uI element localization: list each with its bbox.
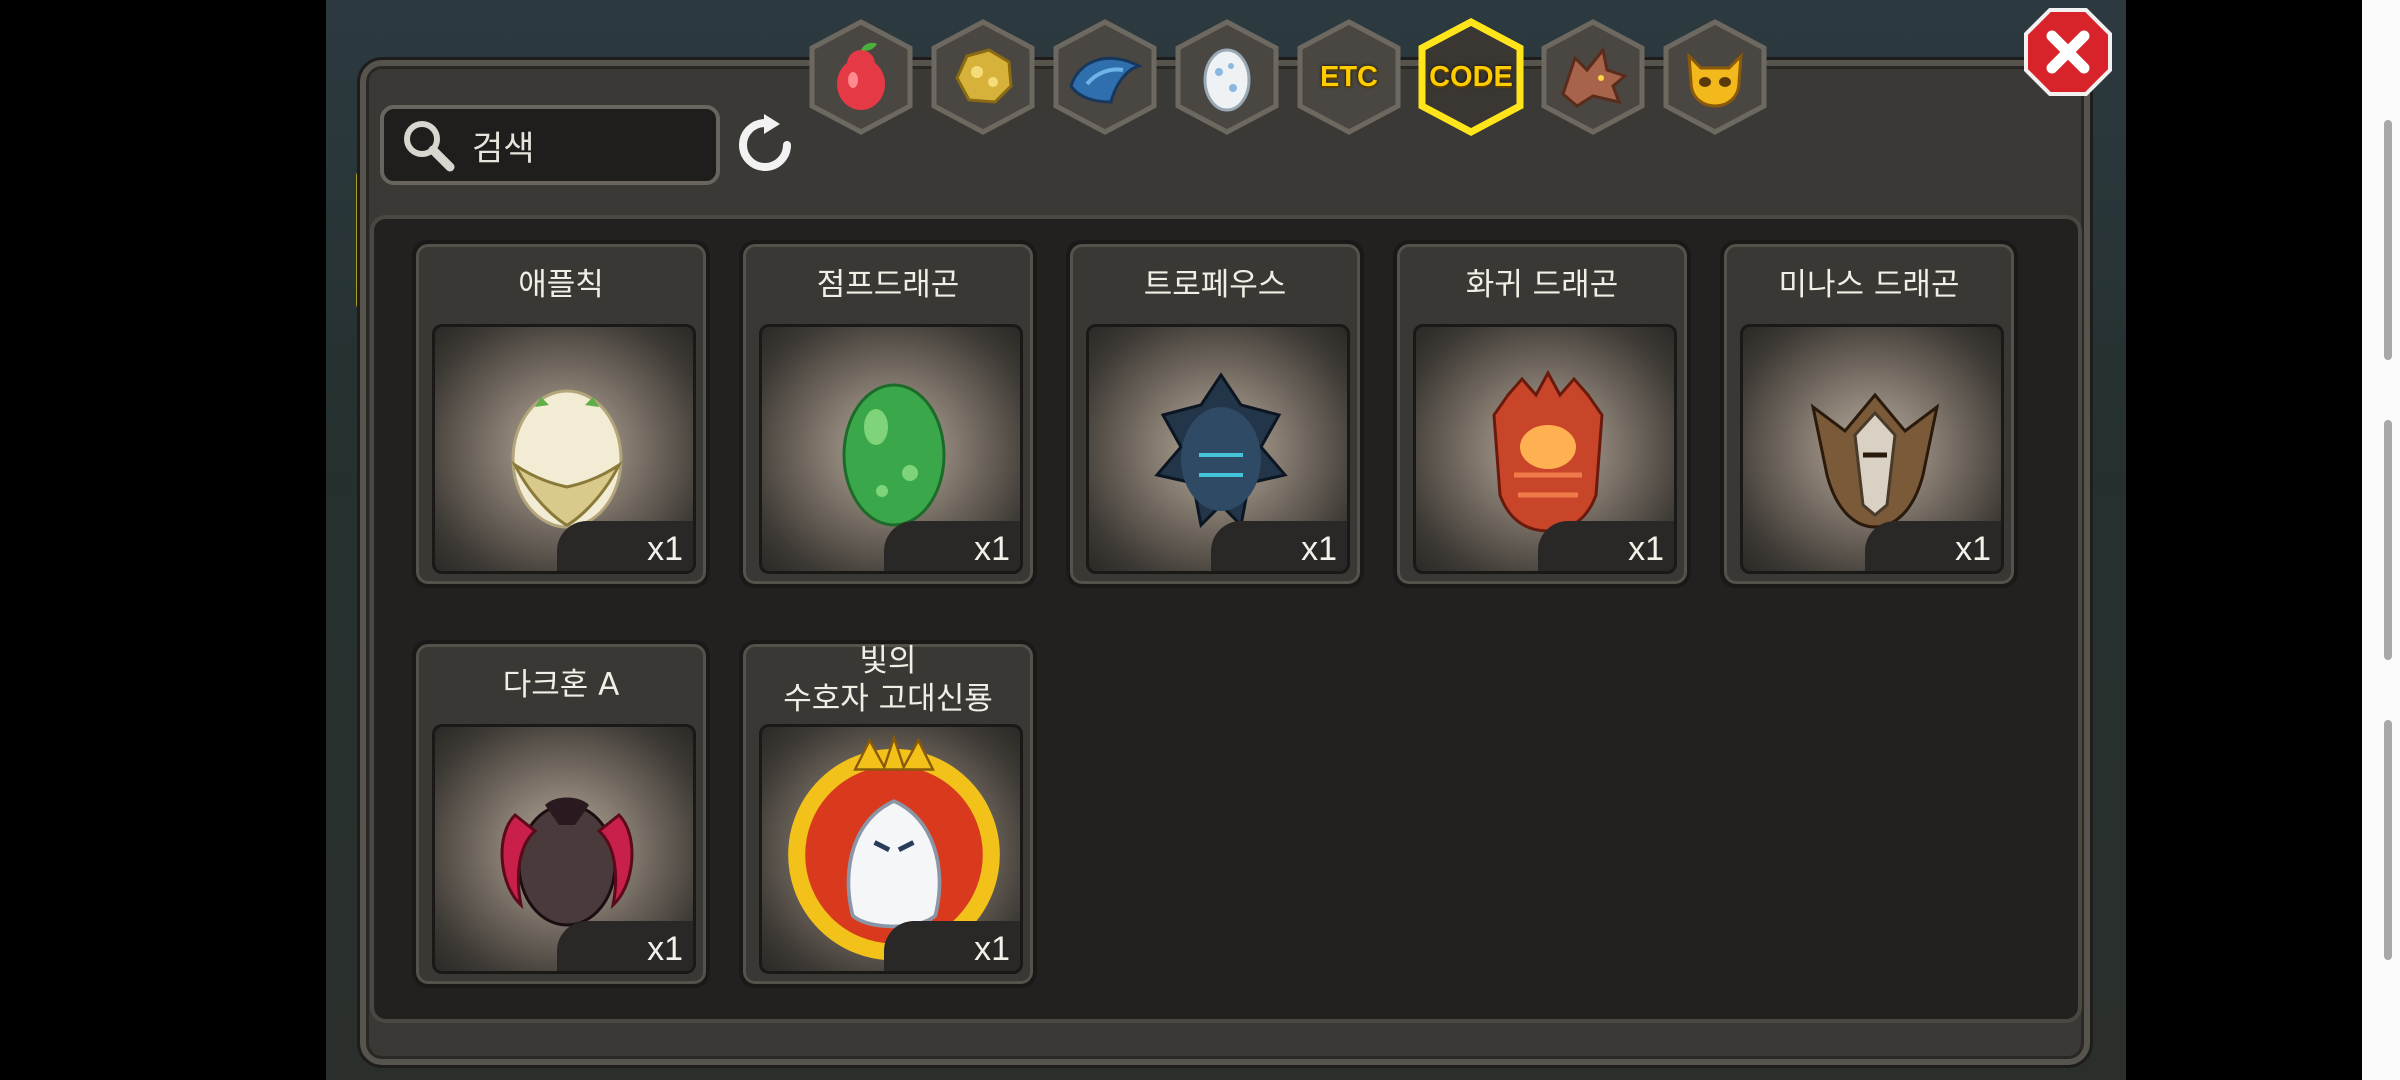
item-quantity: x1 xyxy=(557,521,693,571)
armored-egg-icon xyxy=(1810,392,1940,529)
item-quantity: x1 xyxy=(557,921,693,971)
item-card[interactable]: 트로페우스 x1 xyxy=(1066,240,1364,588)
pear-icon xyxy=(837,42,885,110)
scrollbar-thumb[interactable] xyxy=(2384,420,2392,660)
item-name: 점프드래곤 xyxy=(816,267,960,303)
item-card[interactable]: 다크혼 A x1 xyxy=(412,640,710,988)
item-quantity: x1 xyxy=(884,521,1020,571)
tab-fruit[interactable] xyxy=(806,18,916,136)
item-name: 미나스 드래곤 xyxy=(1778,267,1960,303)
tab-etc[interactable]: ETC xyxy=(1294,18,1404,136)
item-name: 빛의 수호자 고대신룡 xyxy=(743,640,1033,720)
item-card[interactable]: 애플칙 x1 xyxy=(412,240,710,588)
tab-dragon[interactable] xyxy=(1538,18,1648,136)
close-button[interactable] xyxy=(2022,6,2114,98)
item-name: 화귀 드래곤 xyxy=(1465,267,1619,303)
tab-code-label: CODE xyxy=(1429,60,1513,93)
refresh-icon[interactable] xyxy=(734,114,796,176)
dragon-head-icon xyxy=(1561,46,1629,108)
fire-egg-icon xyxy=(1492,369,1604,533)
item-card[interactable]: 미나스 드래곤 x1 xyxy=(1720,240,2018,588)
green-egg-icon xyxy=(842,383,946,527)
item-quantity: x1 xyxy=(1538,521,1674,571)
scrollbar-rail[interactable] xyxy=(2362,0,2400,1080)
item-quantity: x1 xyxy=(884,921,1020,971)
item-name: 애플칙 xyxy=(518,267,604,303)
yellow-creature-icon xyxy=(1687,52,1743,108)
dark-spiked-egg-icon xyxy=(1154,372,1288,529)
tab-gold[interactable] xyxy=(928,18,1038,136)
item-name-line1: 빛의 xyxy=(859,643,917,679)
item-name: 다크혼 A xyxy=(502,667,620,703)
tab-etc-label: ETC xyxy=(1320,60,1378,93)
search-placeholder: 검색 xyxy=(472,128,535,169)
egg-icon xyxy=(1203,48,1251,112)
search-icon xyxy=(404,121,455,172)
item-name: 트로페우스 xyxy=(1143,267,1287,303)
item-card[interactable]: 빛의 수호자 고대신룡 x1 xyxy=(739,640,1037,988)
gold-nugget-icon xyxy=(955,48,1013,104)
item-quantity: x1 xyxy=(1865,521,2001,571)
winged-egg-icon xyxy=(511,389,623,529)
tab-creature[interactable] xyxy=(1660,18,1770,136)
item-card[interactable]: 점프드래곤 x1 xyxy=(739,240,1037,588)
item-card[interactable]: 화귀 드래곤 x1 xyxy=(1393,240,1691,588)
scrollbar-thumb[interactable] xyxy=(2384,720,2392,960)
search-input[interactable]: 검색 xyxy=(380,105,720,185)
scrollbar-thumb[interactable] xyxy=(2384,120,2392,360)
tab-scale[interactable] xyxy=(1050,18,1160,136)
item-name-line2: 수호자 고대신룡 xyxy=(783,681,993,717)
blue-scale-icon xyxy=(1069,56,1143,104)
tab-code[interactable]: CODE xyxy=(1416,18,1526,136)
tab-egg[interactable] xyxy=(1172,18,1282,136)
horned-dark-egg-icon xyxy=(500,797,634,927)
item-quantity: x1 xyxy=(1211,521,1347,571)
